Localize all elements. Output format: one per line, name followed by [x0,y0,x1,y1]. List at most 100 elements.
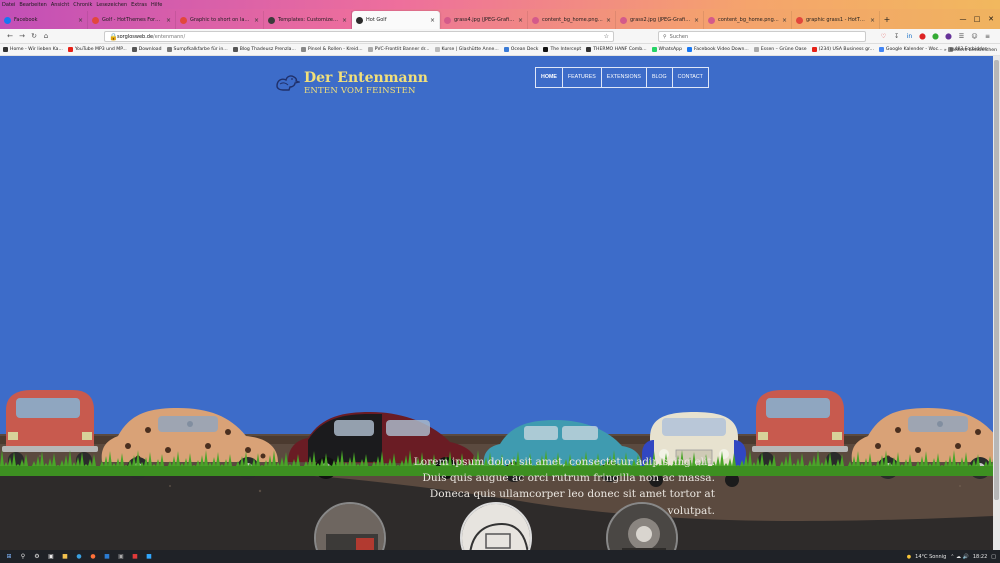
bookmark-item[interactable]: THERMO HANF Comb... [586,47,647,52]
weather-text[interactable]: 14°C Sonnig [915,554,946,560]
menu-item-ansicht[interactable]: Ansicht [51,2,69,8]
pocket-icon[interactable]: ♡ [877,33,890,40]
back-icon[interactable]: ← [4,32,16,40]
taskbar-folder-icon[interactable]: ■ [58,553,72,560]
bookmark-label: Sumpfkalkfarbe für in... [173,47,228,52]
menu-icon[interactable]: ≡ [981,33,994,40]
lock-icon: 🔒 [109,32,118,41]
tray-icons[interactable]: ⌃ ☁ 🔊 [950,554,969,560]
more-bookmarks[interactable]: » Weitere Lesezeichen [943,44,997,55]
browser-tab[interactable]: Hot Golf × [352,11,440,29]
nav-home[interactable]: HOME [536,68,562,87]
bookmark-star-icon[interactable]: ☆ [604,33,609,40]
tab-close-icon[interactable]: × [870,17,875,24]
scrollbar-thumb[interactable] [994,60,999,500]
nav-blog[interactable]: BLOG [645,68,672,87]
minimize-icon[interactable]: — [956,15,970,23]
close-window-icon[interactable]: ✕ [984,15,998,23]
taskbar-firefox-icon[interactable]: ● [86,553,100,560]
tab-close-icon[interactable]: × [78,17,83,24]
reload-icon[interactable]: ↻ [28,32,40,40]
bookmark-item[interactable]: PVC-Frontlit Banner dr... [367,47,430,52]
browser-tab[interactable]: grass4.jpg (JPEG-Grafik, 1920 ×...× [440,11,528,29]
browser-tab[interactable]: grass2.jpg (JPEG-Grafik, 1920 ×...× [616,11,704,29]
bookmark-item[interactable]: Essen – Grüne Oase [753,47,807,52]
browser-tab[interactable]: Golf - HotThemes Forum - Hot...× [88,11,176,29]
os-taskbar: ⊞ ⚲ ⚙ ▣ ■ ● ● ■ ▣ ■ ■ ● 14°C Sonnig ⌃ ☁ … [0,550,1000,563]
chevron-right-icon: » [943,47,947,53]
home-icon[interactable]: ⌂ [40,32,52,40]
taskbar-tool-icon[interactable]: ⚙ [30,553,44,560]
browser-tab[interactable]: Facebook × [0,11,88,29]
taskbar-acrobat-icon[interactable]: ■ [128,553,142,560]
menu-item-extras[interactable]: Extras [131,2,147,8]
browser-tab[interactable]: graphic grass1 - HotThemes Fo...× [792,11,880,29]
browser-tab[interactable]: content_bg_home.png (PNG-Gr...× [528,11,616,29]
menu-bar: Datei Bearbeiten Ansicht Chronik Lesezeichen… [0,0,1000,9]
bookmark-item[interactable]: YouTube MP3 und MP... [67,47,127,52]
bookmark-item[interactable]: The Intercept [543,47,581,52]
library-icon[interactable]: ☰ [955,33,968,40]
bookmark-item[interactable]: Kurse | Glashütte Anne... [434,47,499,52]
browser-tab[interactable]: Templates: Customize (Golf) - ...× [264,11,352,29]
taskbar-search-icon[interactable]: ⚲ [16,553,30,560]
extension-green-icon[interactable]: ⬤ [929,33,942,40]
taskbar-word-icon[interactable]: ■ [100,553,114,560]
tab-close-icon[interactable]: × [606,17,611,24]
tab-close-icon[interactable]: × [254,17,259,24]
tab-close-icon[interactable]: × [694,17,699,24]
menu-item-hilfe[interactable]: Hilfe [151,2,162,8]
nav-features[interactable]: FEATURES [561,68,601,87]
taskbar-app2-icon[interactable]: ▣ [114,553,128,560]
menu-item-bearbeiten[interactable]: Bearbeiten [19,2,46,8]
browser-tab[interactable]: Graphic to short on large scree...× [176,11,264,29]
account-icon[interactable]: ☺ [968,33,981,40]
taskbar-edge-icon[interactable]: ● [72,553,86,560]
bookmark-item[interactable]: Home - Wir lieben Ka... [3,47,63,52]
bookmark-item[interactable]: Download [131,47,162,52]
bookmark-item[interactable]: Sumpfkalkfarbe für in... [166,47,228,52]
bookmark-label: Blog Thadeusz Prenzla... [239,47,296,52]
menu-item-chronik[interactable]: Chronik [73,2,92,8]
forward-icon[interactable]: → [16,32,28,40]
bookmark-label: (234) USA Business gr... [818,47,874,52]
tab-close-icon[interactable]: × [782,17,787,24]
new-tab-icon[interactable]: + [880,11,894,29]
bookmark-item[interactable]: Pinsel & Rollen - Kreid... [300,47,363,52]
nav-extensions[interactable]: EXTENSIONS [600,68,646,87]
menu-item-lesezeichen[interactable]: Lesezeichen [96,2,127,8]
site-logo[interactable]: Der Entenmann ENTEN VOM FEINSTEN [274,70,428,96]
bookmark-item[interactable]: Blog Thadeusz Prenzla... [232,47,296,52]
bookmark-item[interactable]: Ocean Deck [503,47,538,52]
bookmark-favicon-icon [67,47,73,52]
url-bar[interactable]: 🔒 sorglosweb.de /entenmann/ ☆ [104,31,614,42]
url-host: sorglosweb.de [117,33,154,40]
notification-icon[interactable]: □ [991,554,996,560]
bookmark-item[interactable]: Facebook Video Down... [687,47,749,52]
tab-label: Graphic to short on large scree... [190,17,251,23]
search-input[interactable]: ⚲ Suchen [658,31,866,42]
menu-item-datei[interactable]: Datei [2,2,15,8]
browser-tab[interactable]: content_bg_home.png (PNG-Gr...× [704,11,792,29]
tab-close-icon[interactable]: × [166,17,171,24]
extension-purple-icon[interactable]: ⬤ [942,33,955,40]
taskbar-app3-icon[interactable]: ■ [142,553,156,560]
clock-text[interactable]: 18:22 [973,554,987,560]
adblock-icon[interactable]: ⬤ [916,33,929,40]
tab-close-icon[interactable]: × [342,17,347,24]
bookmark-favicon-icon [166,47,172,52]
page-scrollbar[interactable] [993,56,1000,550]
taskbar-app-icon[interactable]: ▣ [44,553,58,560]
tab-close-icon[interactable]: × [518,17,523,24]
search-placeholder: Suchen [669,33,689,40]
url-path: /entenmann/ [153,33,186,40]
bookmark-item[interactable]: Google Kalender - Woc... [878,47,943,52]
download-icon[interactable]: ↧ [890,33,903,40]
nav-contact[interactable]: CONTACT [671,68,708,87]
bookmark-item[interactable]: WhatsApp [651,47,682,52]
windows-start-icon[interactable]: ⊞ [2,553,16,560]
maximize-icon[interactable]: □ [970,15,984,23]
bookmark-item[interactable]: (234) USA Business gr... [811,47,874,52]
linkedin-icon[interactable]: in [903,33,916,40]
tab-close-icon[interactable]: × [430,17,435,24]
